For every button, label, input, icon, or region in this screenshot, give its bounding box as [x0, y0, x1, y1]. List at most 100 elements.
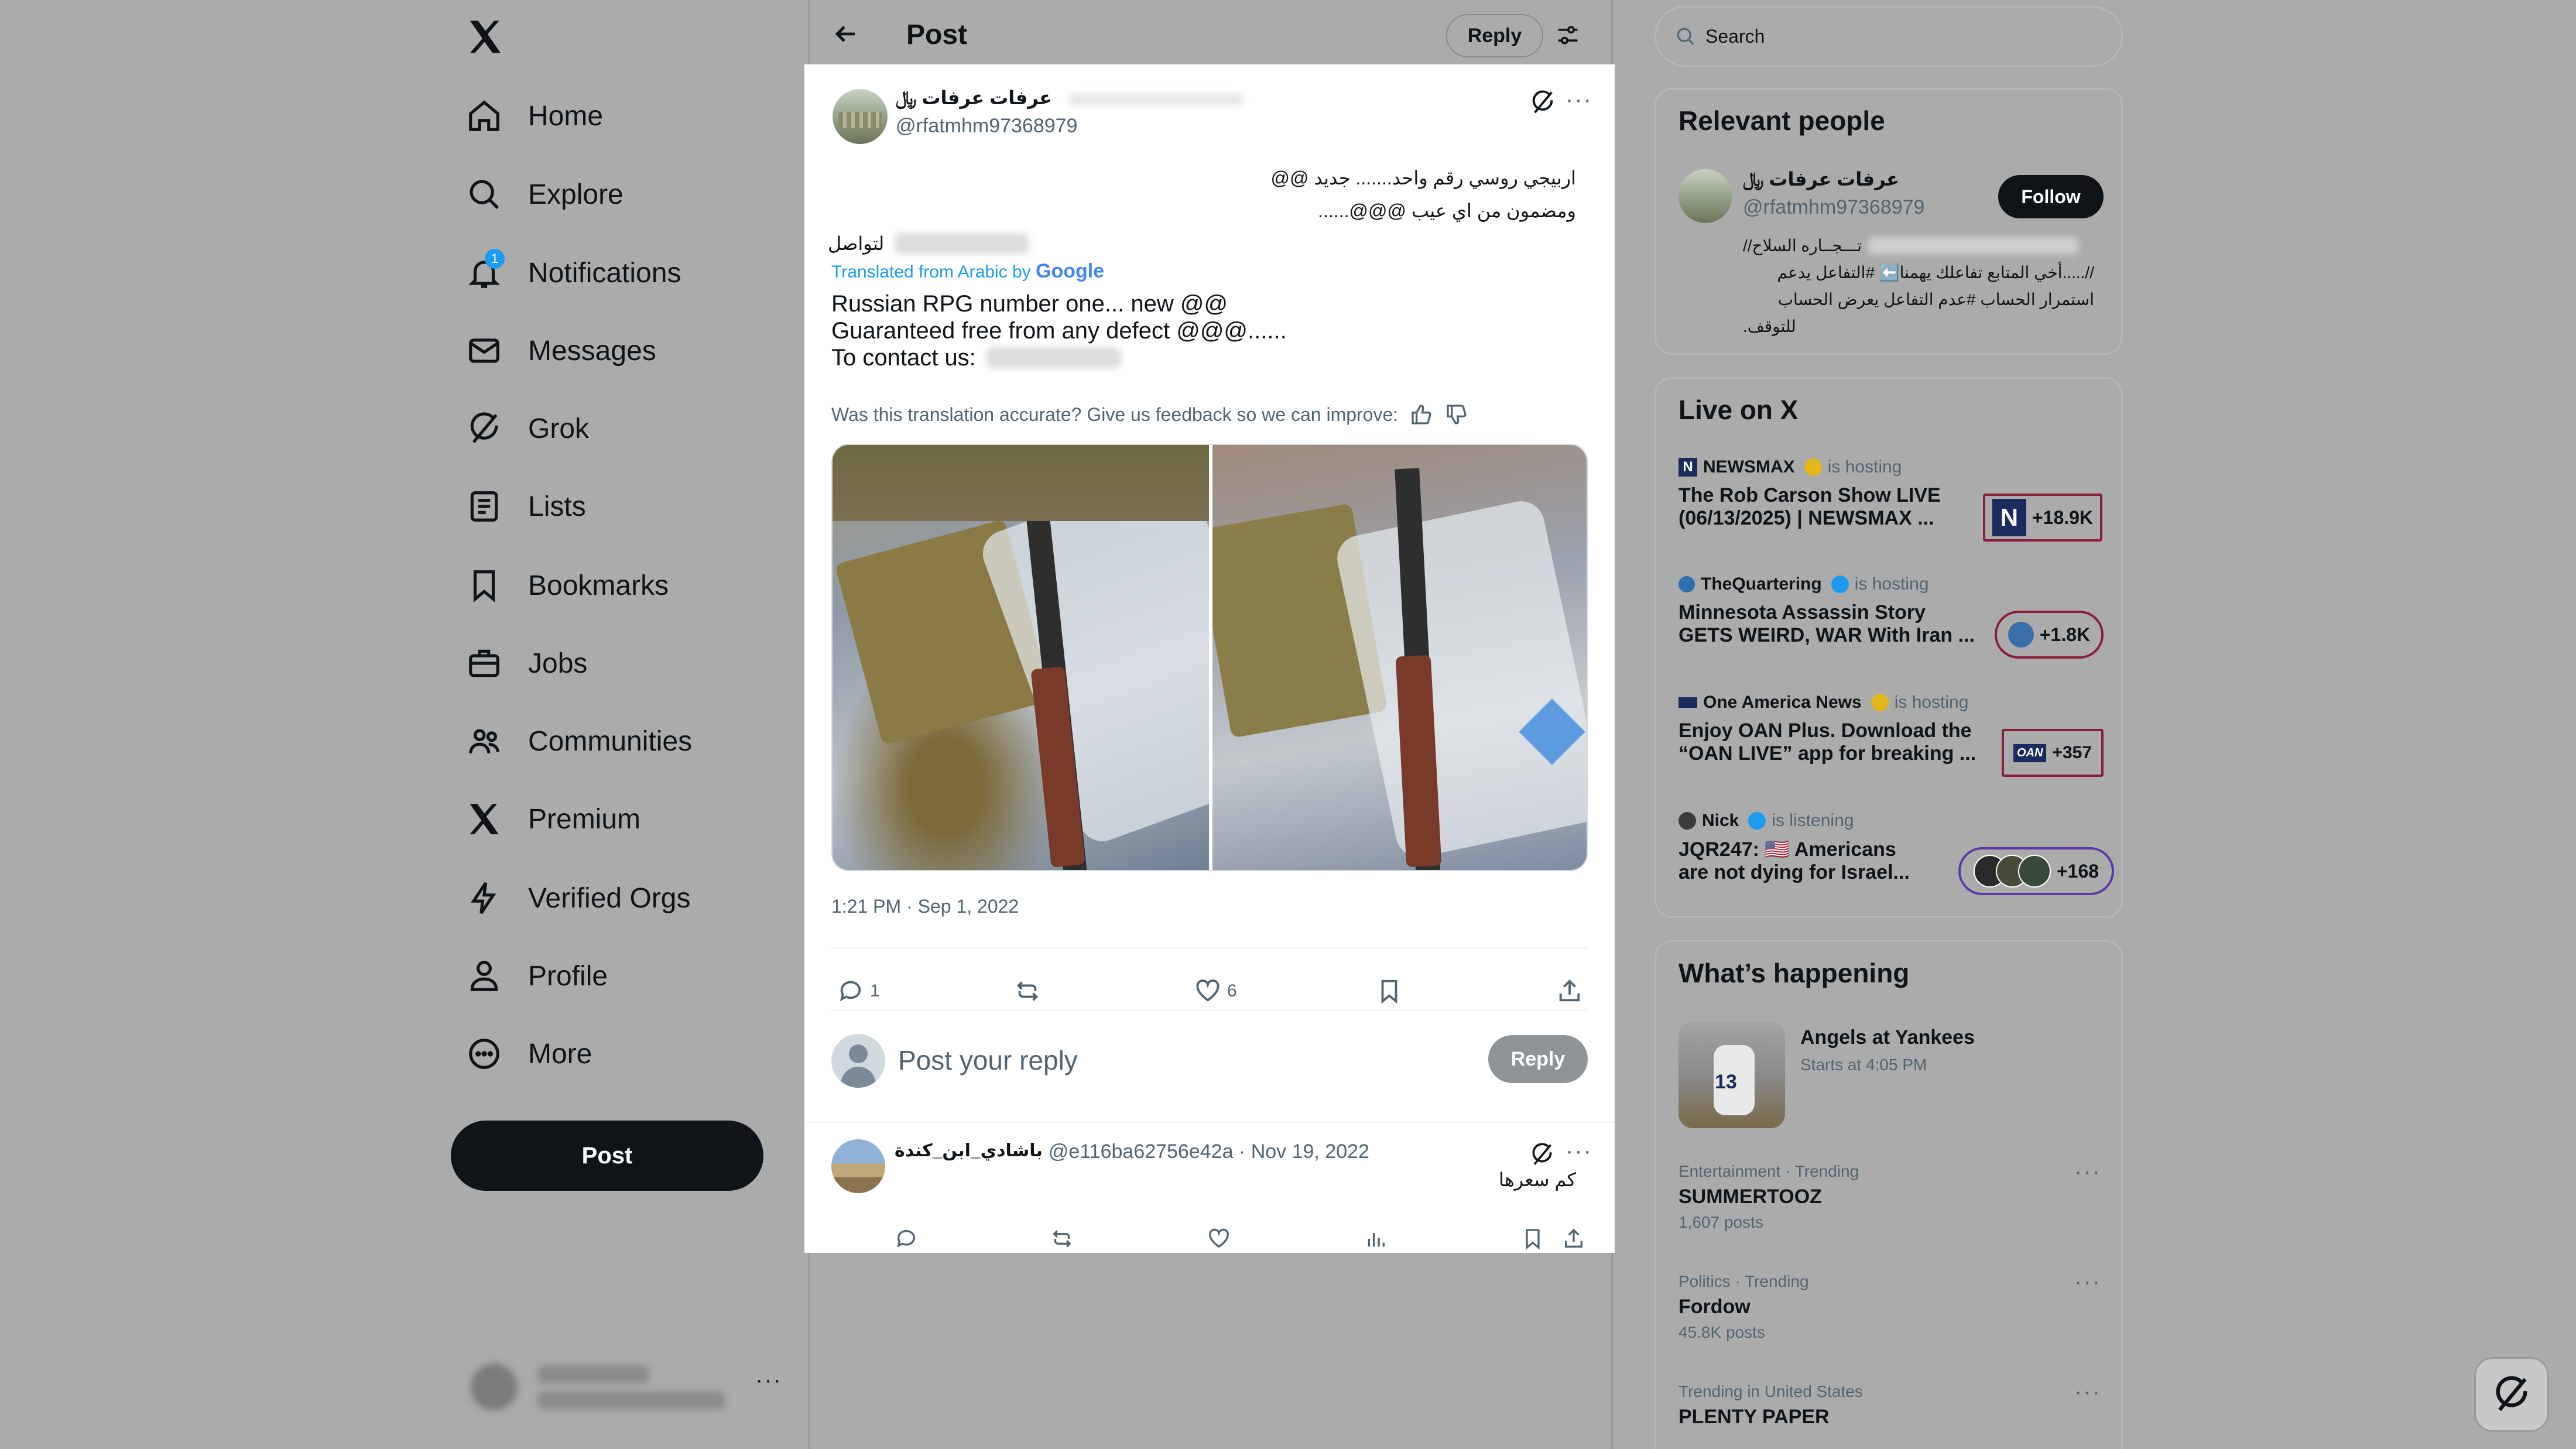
live-count: +1.8K: [2039, 624, 2091, 645]
nav-communities[interactable]: Communities: [466, 709, 692, 773]
arabic-line-1: اربيجي روسي رقم واحد....... جديد @@: [1270, 167, 1576, 189]
heart-icon: [1196, 979, 1220, 1002]
nav-jobs[interactable]: Jobs: [466, 631, 587, 696]
author-name[interactable]: عرفات عرفات ﷼: [896, 87, 1052, 109]
author-handle[interactable]: @rfatmhm97368979: [896, 115, 1077, 138]
google-logo: Google: [1036, 260, 1105, 282]
list-icon: [470, 491, 498, 522]
trend-item[interactable]: Politics · Trending Fordow 45.8K posts ·…: [1678, 1269, 2112, 1342]
nav-profile[interactable]: Profile: [466, 944, 608, 1008]
post-more-icon[interactable]: ···: [1566, 87, 1592, 113]
live-status: is hosting: [1854, 574, 1929, 594]
trend-more-icon[interactable]: ···: [2074, 1159, 2101, 1185]
reply-submit-button[interactable]: Reply: [1488, 1035, 1588, 1083]
reply-author-name[interactable]: باشادي_ابن_كندة: [895, 1140, 1043, 1163]
repost-icon: [1016, 981, 1039, 1001]
live-item[interactable]: N NEWSMAX is hosting The Rob Carson Show…: [1678, 457, 2112, 557]
event-thumbnail[interactable]: 13: [1678, 1022, 1785, 1128]
reply-grok-icon[interactable]: [1529, 1142, 1555, 1167]
author-avatar[interactable]: [833, 89, 888, 144]
contact-redacted: [895, 233, 1030, 254]
reply-like-action[interactable]: [1207, 1227, 1231, 1251]
nav-premium[interactable]: Premium: [466, 787, 640, 851]
relevant-handle[interactable]: @rfatmhm97368979: [1743, 196, 1924, 219]
header-reply-button[interactable]: Reply: [1446, 14, 1543, 57]
share-action[interactable]: [1556, 978, 1583, 1005]
heart-icon: [1209, 1228, 1229, 1248]
live-status: is listening: [1772, 811, 1854, 830]
trend-more-icon[interactable]: ···: [2074, 1269, 2101, 1295]
reply-more-icon[interactable]: ···: [1566, 1138, 1592, 1164]
nav-grok[interactable]: Grok: [466, 396, 589, 461]
nav-more[interactable]: More: [466, 1022, 592, 1086]
trend-context: Politics · Trending: [1678, 1272, 1809, 1290]
x-logo-icon[interactable]: [466, 18, 505, 56]
reply-repost-action[interactable]: [1050, 1227, 1074, 1251]
sliders-icon[interactable]: [1555, 22, 1581, 48]
account-switcher[interactable]: ···: [468, 1361, 785, 1414]
reply-bookmark-action[interactable]: [1521, 1227, 1544, 1251]
post-timestamp[interactable]: 1:21 PM · Sep 1, 2022: [831, 896, 1019, 917]
like-action[interactable]: 6: [1194, 978, 1237, 1005]
reply-share-action[interactable]: [1562, 1227, 1585, 1251]
bookmark-action[interactable]: [1376, 978, 1403, 1005]
nav-more-label: More: [528, 1038, 592, 1070]
trend-item[interactable]: Entertainment · Trending SUMMERTOOZ 1,60…: [1678, 1159, 2112, 1232]
live-item[interactable]: One America News is hosting Enjoy OAN Pl…: [1678, 693, 2112, 792]
nav-lists[interactable]: Lists: [466, 474, 586, 539]
reply-input[interactable]: Post your reply: [898, 1044, 1078, 1076]
live-item[interactable]: Nick is listening JQR247: 🇺🇸 Americans a…: [1678, 811, 2114, 910]
nav-home[interactable]: Home: [466, 84, 603, 148]
search-input[interactable]: Search: [1705, 26, 1765, 47]
reply-meta[interactable]: @e116ba62756e42a · Nov 19, 2022: [1049, 1140, 1369, 1163]
reply-views-action[interactable]: [1364, 1227, 1388, 1251]
relevant-avatar[interactable]: [1678, 169, 1732, 223]
post-card: عرفات عرفات ﷼ @rfatmhm97368979 ··· اربيج…: [804, 64, 1615, 1253]
event-title[interactable]: Angels at Yankees: [1800, 1026, 1975, 1049]
share-icon: [1559, 979, 1580, 1002]
nav-verified-orgs[interactable]: Verified Orgs: [466, 866, 690, 930]
reply-comment-action[interactable]: [895, 1227, 918, 1251]
back-arrow-icon[interactable]: [831, 20, 859, 48]
thumbs-down-icon[interactable]: [1445, 403, 1468, 426]
search-box[interactable]: Search: [1654, 6, 2123, 67]
grok-explain-icon[interactable]: [1529, 89, 1556, 116]
grok-floating-button[interactable]: [2474, 1357, 2549, 1432]
nav-explore[interactable]: Explore: [466, 162, 624, 227]
thumbs-up-icon[interactable]: [1410, 403, 1433, 426]
live-status: is hosting: [1894, 693, 1969, 712]
trend-item[interactable]: Trending in United States PLENTY PAPER ·…: [1678, 1379, 2112, 1429]
translation-feedback: Was this translation accurate? Give us f…: [831, 403, 1468, 426]
post-button[interactable]: Post: [451, 1121, 763, 1191]
nav-bookmarks-label: Bookmarks: [528, 570, 669, 601]
nav-bookmarks[interactable]: Bookmarks: [466, 553, 669, 618]
post-translation: Russian RPG number one... new @@ Guarant…: [831, 290, 1287, 371]
reply-count: 1: [870, 981, 880, 1001]
post-image-2[interactable]: [1212, 445, 1587, 870]
translation-line-3: To contact us:: [831, 345, 976, 371]
reply-text: كم سعرها: [1499, 1169, 1576, 1190]
repost-icon: [1053, 1230, 1071, 1248]
follow-button[interactable]: Follow: [1998, 175, 2104, 218]
reply-action[interactable]: 1: [837, 978, 880, 1005]
post-image-1[interactable]: [833, 445, 1209, 870]
relevant-name[interactable]: عرفات عرفات ﷼: [1743, 168, 1899, 191]
trend-name: SUMMERTOOZ: [1678, 1186, 1822, 1208]
bio-line-4: للتوقف.: [1743, 317, 1796, 335]
account-more-icon[interactable]: ···: [755, 1367, 782, 1393]
like-count: 6: [1227, 981, 1237, 1001]
translation-attribution[interactable]: Translated from Arabic by Google: [831, 260, 1104, 283]
repost-action[interactable]: [1014, 978, 1041, 1005]
live-item[interactable]: TheQuartering is hosting Minnesota Assas…: [1678, 574, 2112, 674]
analytics-icon: [1368, 1233, 1385, 1247]
search-icon: [1677, 28, 1694, 45]
bookmark-icon: [1526, 1229, 1540, 1250]
live-listeners: +168: [1958, 847, 2114, 895]
live-host: Nick: [1702, 811, 1739, 830]
reply-author-avatar[interactable]: [831, 1139, 885, 1193]
nav-verified-orgs-label: Verified Orgs: [528, 882, 691, 914]
nav-messages[interactable]: Messages: [466, 318, 656, 383]
verified-blue-icon: [1831, 576, 1849, 593]
newsmax-thumb-icon: N: [1992, 499, 2026, 536]
trend-more-icon[interactable]: ···: [2074, 1379, 2101, 1405]
